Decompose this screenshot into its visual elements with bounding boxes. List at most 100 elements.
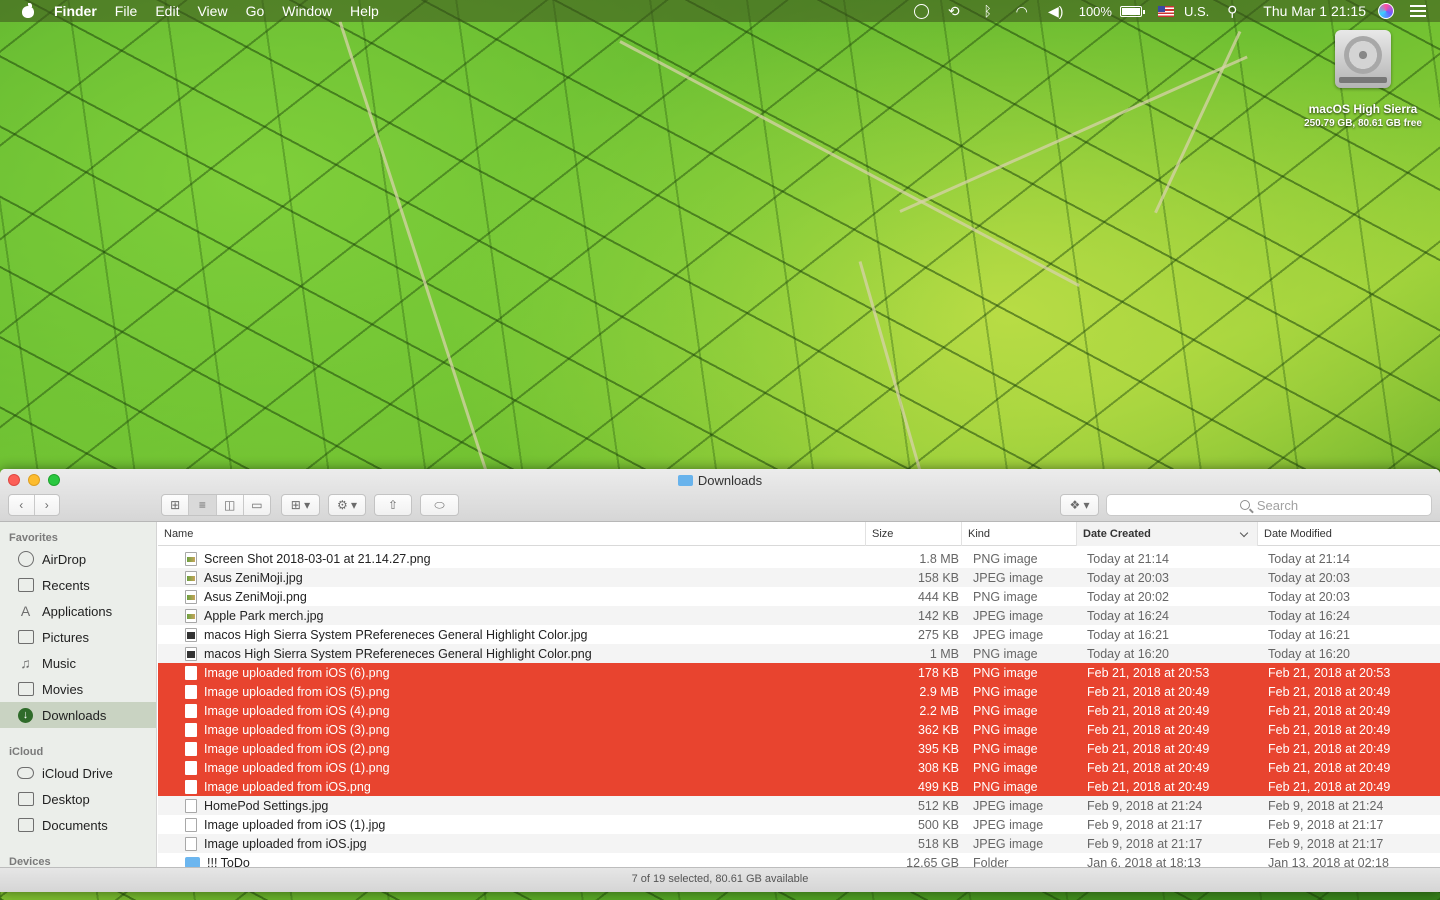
file-date-modified: Today at 20:03: [1268, 589, 1351, 604]
column-view-button[interactable]: ◫: [217, 495, 244, 515]
spotlight-icon[interactable]: ⚲: [1223, 3, 1241, 19]
file-name: Image uploaded from iOS (5).png: [204, 684, 390, 699]
share-button[interactable]: ⇧: [374, 494, 412, 516]
back-button[interactable]: ‹: [9, 495, 35, 515]
finder-window: Downloads ‹ › ⊞ ≡ ◫ ▭ ⊞ ▾ ⚙ ▾ ⇧ ⬭ ❖ ▾ Se: [0, 469, 1440, 892]
menu-edit[interactable]: Edit: [146, 3, 188, 19]
file-kind: JPEG image: [973, 570, 1044, 585]
dropbox-button[interactable]: ❖ ▾: [1060, 494, 1099, 516]
table-row[interactable]: macos High Sierra System PRefereneces Ge…: [158, 625, 1440, 644]
siri-icon[interactable]: [1378, 3, 1394, 19]
tags-button[interactable]: ⬭: [420, 494, 459, 516]
battery-percent[interactable]: 100%: [1079, 4, 1112, 19]
menu-window[interactable]: Window: [273, 3, 341, 19]
column-header-name[interactable]: Name: [158, 522, 866, 546]
table-row[interactable]: Image uploaded from iOS (2).png 395 KB PNG…: [158, 739, 1440, 758]
menu-go[interactable]: Go: [237, 3, 274, 19]
menu-view[interactable]: View: [188, 3, 236, 19]
file-size: 158 KB: [917, 570, 959, 585]
apple-icon[interactable]: [20, 3, 36, 19]
file-date-created: Feb 9, 2018 at 21:17: [1087, 836, 1203, 851]
file-name-cell: Image uploaded from iOS (6).png: [158, 665, 866, 680]
table-row[interactable]: Asus ZeniMoji.jpg 158 KB JPEG image Today a…: [158, 568, 1440, 587]
sidebar-item-label: Music: [42, 655, 76, 671]
file-size: 444 KB: [917, 589, 959, 604]
icon-view-button[interactable]: ⊞: [162, 495, 190, 515]
sidebar-item-desktop[interactable]: Desktop: [0, 786, 156, 812]
file-icon: [185, 684, 197, 699]
table-row[interactable]: Apple Park merch.jpg 142 KB JPEG image Toda…: [158, 606, 1440, 625]
sidebar-item-documents[interactable]: Documents: [0, 812, 156, 838]
table-row[interactable]: Asus ZeniMoji.png 444 KB PNG image Today at…: [158, 587, 1440, 606]
table-row[interactable]: macos High Sierra System PRefereneces Ge…: [158, 644, 1440, 663]
file-name-cell: Screen Shot 2018-03-01 at 21.14.27.png: [158, 551, 866, 566]
sidebar-item-recents[interactable]: Recents: [0, 572, 156, 598]
menu-clock[interactable]: Thu Mar 1 21:15: [1263, 3, 1366, 19]
table-row[interactable]: Image uploaded from iOS (4).png 2.2 MB PNG…: [158, 701, 1440, 720]
sidebar-item-downloads[interactable]: Downloads: [0, 702, 156, 728]
table-row[interactable]: Image uploaded from iOS (3).png 362 KB PNG…: [158, 720, 1440, 739]
file-name: Image uploaded from iOS (4).png: [204, 703, 390, 718]
sidebar-item-music[interactable]: ♫ Music: [0, 650, 156, 676]
back-forward-control: ‹ ›: [8, 494, 60, 516]
sidebar-header-devices: Devices: [9, 856, 51, 867]
menu-file[interactable]: File: [106, 3, 147, 19]
time-machine-icon[interactable]: ⟲: [945, 3, 963, 19]
group-icon: ⊞ ▾: [290, 498, 311, 512]
file-name: Asus ZeniMoji.jpg: [204, 570, 303, 585]
battery-icon[interactable]: [1119, 5, 1145, 17]
file-name-cell: Image uploaded from iOS (1).jpg: [158, 817, 866, 832]
menu-help[interactable]: Help: [341, 3, 388, 19]
table-row[interactable]: Image uploaded from iOS (6).png 178 KB PNG…: [158, 663, 1440, 682]
file-kind: PNG image: [973, 779, 1038, 794]
sidebar-item-airdrop[interactable]: AirDrop: [0, 546, 156, 572]
file-size: 362 KB: [917, 722, 959, 737]
table-row[interactable]: Screen Shot 2018-03-01 at 21.14.27.png 1.…: [158, 549, 1440, 568]
column-header-date-created[interactable]: Date Created: [1077, 522, 1258, 546]
file-kind: PNG image: [973, 684, 1038, 699]
movies-icon: [17, 681, 34, 697]
table-row[interactable]: Image uploaded from iOS (1).png 308 KB PNG…: [158, 758, 1440, 777]
table-row[interactable]: HomePod Settings.jpg 512 KB JPEG image Feb …: [158, 796, 1440, 815]
search-input[interactable]: Search: [1106, 494, 1432, 516]
notification-center-icon[interactable]: [1410, 5, 1426, 17]
sidebar-item-label: iCloud Drive: [42, 765, 113, 781]
table-row[interactable]: Image uploaded from iOS (5).png 2.9 MB PNG…: [158, 682, 1440, 701]
file-size: 499 KB: [917, 779, 959, 794]
desktop-disk[interactable]: macOS High Sierra 250.79 GB, 80.61 GB fr…: [1298, 30, 1428, 129]
list-view-button[interactable]: ≡: [189, 495, 217, 515]
sidebar-item-icloud-drive[interactable]: iCloud Drive: [0, 760, 156, 786]
documents-icon: [17, 817, 34, 833]
sidebar-item-movies[interactable]: Movies: [0, 676, 156, 702]
file-size: 1 MB: [929, 646, 959, 661]
sidebar-item-pictures[interactable]: Pictures: [0, 624, 156, 650]
accessibility-icon[interactable]: [913, 3, 929, 19]
column-header-date-modified[interactable]: Date Modified: [1258, 522, 1440, 546]
flag-icon[interactable]: [1157, 5, 1174, 17]
file-size: 308 KB: [917, 760, 959, 775]
forward-button[interactable]: ›: [35, 495, 60, 515]
table-row[interactable]: Image uploaded from iOS.png 499 KB PNG ima…: [158, 777, 1440, 796]
sidebar-item-applications[interactable]: A Applications: [0, 598, 156, 624]
table-row[interactable]: Image uploaded from iOS (1).jpg 500 KB JPE…: [158, 815, 1440, 834]
file-date-modified: Today at 21:14: [1268, 551, 1351, 566]
gallery-view-button[interactable]: ▭: [244, 495, 270, 515]
column-header-kind[interactable]: Kind: [962, 522, 1077, 546]
file-name-cell: macos High Sierra System PRefereneces Ge…: [158, 627, 866, 642]
file-date-modified: Today at 16:24: [1268, 608, 1351, 623]
table-row[interactable]: !!! ToDo 12.65 GB Folder Jan 6, 2018 at 18:…: [158, 853, 1440, 867]
file-name: Image uploaded from iOS.jpg: [204, 836, 367, 851]
action-button[interactable]: ⚙ ▾: [328, 494, 366, 516]
wifi-icon[interactable]: ◠: [1013, 3, 1031, 19]
file-kind: PNG image: [973, 722, 1038, 737]
input-source[interactable]: U.S.: [1184, 4, 1209, 19]
applications-icon: A: [20, 603, 31, 619]
group-by-button[interactable]: ⊞ ▾: [281, 494, 320, 516]
table-row[interactable]: Image uploaded from iOS.jpg 518 KB JPEG im…: [158, 834, 1440, 853]
column-header-size[interactable]: Size: [866, 522, 962, 546]
file-date-modified: Feb 21, 2018 at 20:53: [1268, 665, 1391, 680]
volume-icon[interactable]: ◀): [1047, 3, 1065, 19]
menu-app-name[interactable]: Finder: [54, 3, 106, 19]
file-date-created: Feb 21, 2018 at 20:49: [1087, 760, 1210, 775]
bluetooth-icon[interactable]: ᛒ: [979, 3, 997, 19]
